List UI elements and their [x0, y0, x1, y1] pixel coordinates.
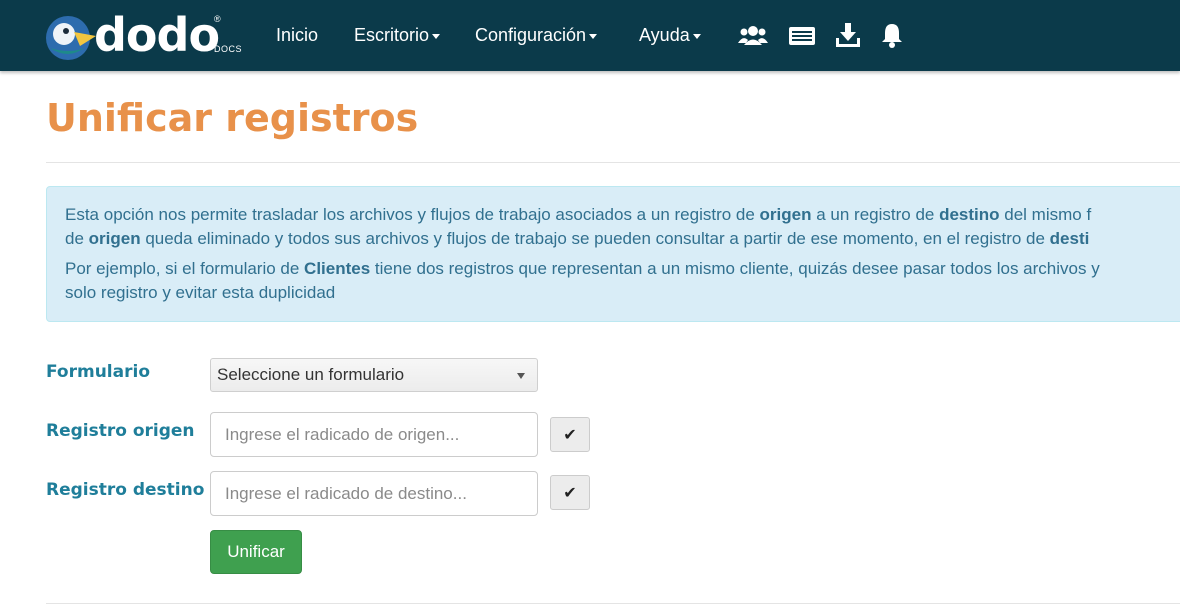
- validate-origen-button[interactable]: ✔: [550, 417, 590, 452]
- top-navbar: dodo ® DOCS Inicio Escritorio Configurac…: [0, 0, 1180, 71]
- info-line-1: Esta opción nos permite trasladar los ar…: [65, 205, 1092, 224]
- formulario-label: Formulario: [46, 362, 150, 382]
- nav-ayuda-label: Ayuda: [639, 25, 690, 45]
- registro-destino-input[interactable]: [210, 471, 538, 516]
- bell-icon[interactable]: [876, 20, 908, 50]
- formulario-select[interactable]: Seleccione un formulario: [210, 358, 538, 392]
- logo-wordmark: dodo: [94, 8, 220, 62]
- page-title: Unificar registros: [46, 96, 419, 140]
- registro-origen-input[interactable]: [210, 412, 538, 457]
- download-icon[interactable]: [832, 20, 864, 50]
- select-arrow-icon: [517, 373, 525, 379]
- users-icon[interactable]: [737, 20, 769, 50]
- info-alert: Esta opción nos permite trasladar los ar…: [46, 186, 1180, 322]
- id-card-icon[interactable]: [786, 20, 818, 50]
- formulario-select-value: Seleccione un formulario: [217, 365, 405, 384]
- bird-logo-icon: [46, 16, 96, 60]
- nav-ayuda[interactable]: Ayuda: [639, 24, 701, 46]
- info-line-4: solo registro y evitar esta duplicidad: [65, 283, 336, 302]
- bottom-divider: [46, 603, 1180, 604]
- nav-escritorio-label: Escritorio: [354, 25, 430, 45]
- check-icon: ✔: [563, 426, 577, 444]
- chevron-down-icon: [432, 33, 441, 39]
- nav-configuracion[interactable]: Configuración: [475, 24, 598, 46]
- dodo-logo[interactable]: dodo ® DOCS: [44, 10, 244, 62]
- nav-inicio-label: Inicio: [276, 25, 319, 45]
- info-line-2: de origen queda eliminado y todos sus ar…: [65, 229, 1090, 248]
- nav-escritorio[interactable]: Escritorio: [354, 24, 441, 46]
- title-divider: [46, 162, 1180, 163]
- chevron-down-icon: [692, 33, 701, 39]
- nav-configuracion-label: Configuración: [475, 25, 587, 45]
- registro-origen-label: Registro origen: [46, 421, 195, 441]
- unificar-button[interactable]: Unificar: [210, 530, 302, 574]
- registro-destino-label: Registro destino: [46, 480, 205, 500]
- chevron-down-icon: [589, 33, 598, 39]
- logo-docs-label: DOCS: [214, 44, 243, 54]
- info-line-3: Por ejemplo, si el formulario de Cliente…: [65, 259, 1100, 278]
- check-icon: ✔: [563, 484, 577, 502]
- logo-registered-mark: ®: [214, 14, 221, 24]
- validate-destino-button[interactable]: ✔: [550, 475, 590, 510]
- nav-inicio[interactable]: Inicio: [276, 24, 318, 46]
